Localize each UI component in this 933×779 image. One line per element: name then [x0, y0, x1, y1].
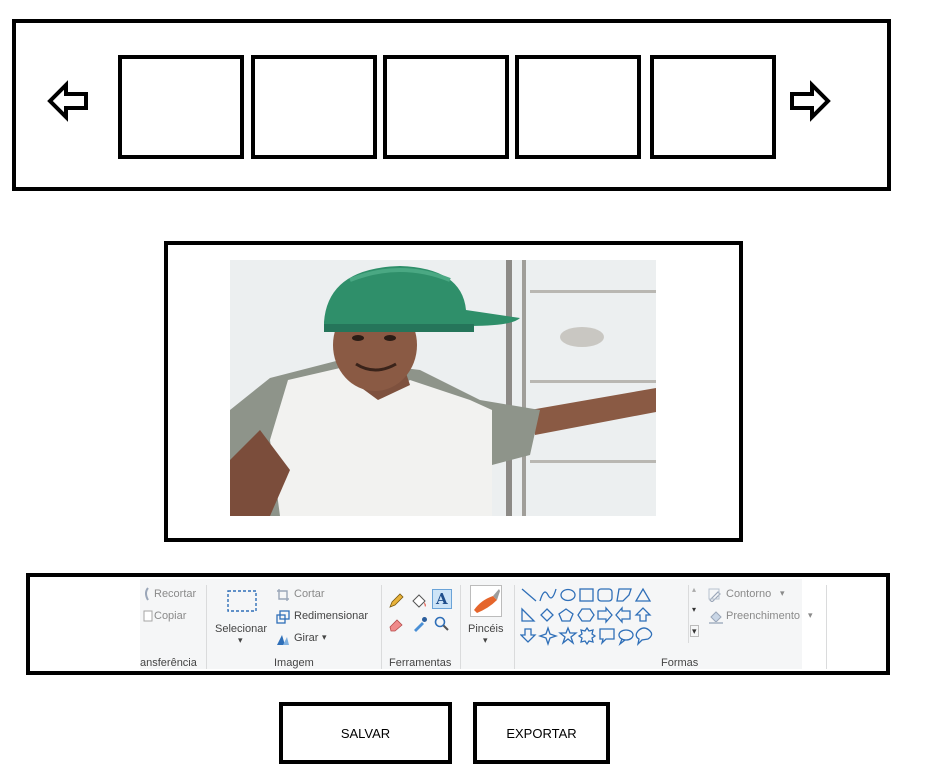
chevron-down-icon[interactable]: ▾ [808, 610, 813, 621]
brushes-label[interactable]: Pincéis [468, 623, 503, 635]
select-button[interactable]: Selecionar [215, 623, 267, 635]
group-separator [206, 585, 207, 669]
group-separator [460, 585, 461, 669]
thumbnail-slot[interactable] [251, 55, 377, 159]
select-icon[interactable] [226, 589, 258, 615]
shapes-gallery[interactable] [520, 587, 662, 649]
eraser-icon[interactable] [388, 616, 404, 632]
magnifier-icon[interactable] [434, 616, 450, 632]
resize-button[interactable]: Redimensionar [294, 610, 368, 622]
chevron-down-icon[interactable]: ▾ [692, 605, 696, 614]
thumbnail-carousel [12, 19, 891, 191]
group-label-clipboard: ansferência [140, 657, 197, 669]
arrow-left-icon[interactable] [46, 79, 90, 123]
group-separator [826, 585, 827, 669]
outline-button[interactable]: Contorno [726, 588, 771, 600]
gallery-expand-icon[interactable]: ▾ [690, 625, 699, 637]
group-separator [514, 585, 515, 669]
cut-button[interactable]: Recortar [154, 588, 196, 600]
outline-icon[interactable] [708, 588, 722, 602]
group-label-image: Imagem [274, 657, 314, 669]
group-separator [381, 585, 382, 669]
export-button[interactable]: EXPORTAR [473, 702, 610, 764]
chevron-down-icon[interactable]: ▾ [238, 635, 243, 646]
group-label-shapes: Formas [661, 657, 699, 669]
fill-bucket-icon[interactable] [410, 593, 428, 609]
fill-button[interactable]: Preenchimento [726, 610, 800, 622]
arrow-right-icon[interactable] [788, 79, 832, 123]
chevron-down-icon[interactable]: ▾ [780, 588, 785, 599]
chevron-down-icon[interactable]: ▾ [322, 632, 327, 643]
crop-button[interactable]: Cortar [294, 588, 325, 600]
gallery-scrollbar[interactable]: ▴ ▾ ▾ [688, 585, 701, 643]
worker-photo [230, 260, 656, 516]
text-icon: A [436, 590, 448, 608]
crop-icon[interactable] [276, 588, 290, 602]
resize-icon[interactable] [276, 610, 290, 624]
brushes-button[interactable] [470, 585, 502, 617]
rotate-icon[interactable] [276, 632, 290, 646]
chevron-up-icon[interactable]: ▴ [692, 585, 696, 594]
brush-icon [474, 589, 500, 613]
thumbnail-slot[interactable] [383, 55, 509, 159]
thumbnail-slot[interactable] [650, 55, 776, 159]
thumbnail-slot[interactable] [118, 55, 244, 159]
color-picker-icon[interactable] [412, 616, 428, 632]
image-viewer [164, 241, 743, 542]
scissors-icon[interactable] [142, 587, 154, 601]
fill-icon[interactable] [708, 610, 724, 624]
chevron-down-icon[interactable]: ▾ [483, 635, 488, 646]
ribbon-panel: Recortar Copiar ansferência Selecionar ▾… [140, 579, 827, 669]
pencil-icon[interactable] [388, 593, 404, 609]
thumbnail-slot[interactable] [515, 55, 641, 159]
copy-icon[interactable] [142, 609, 154, 623]
rotate-button[interactable]: Girar [294, 632, 318, 644]
text-tool-button[interactable]: A [432, 589, 452, 609]
copy-button[interactable]: Copiar [154, 610, 186, 622]
ribbon-toolbar: Recortar Copiar ansferência Selecionar ▾… [26, 573, 890, 675]
group-label-tools: Ferramentas [389, 657, 452, 669]
save-button[interactable]: SALVAR [279, 702, 452, 764]
